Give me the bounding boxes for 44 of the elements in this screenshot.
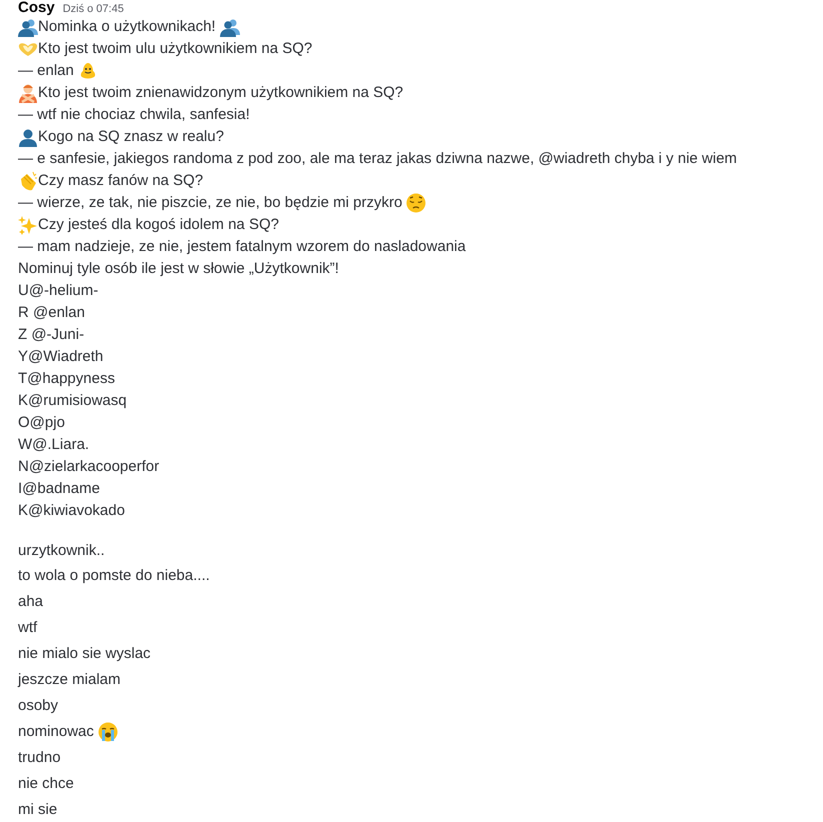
message-text: Nominuj tyle osób ile jest w słowie „Użytkownik”! bbox=[18, 258, 339, 279]
message-text: nominowac bbox=[18, 722, 94, 742]
message-text: nie mialo sie wyslac bbox=[18, 644, 151, 664]
message-text: Nominka o użytkownikach! bbox=[38, 16, 216, 37]
crossed-arms-person-icon bbox=[18, 83, 38, 103]
message-text: to wola o pomste do nieba.... bbox=[18, 566, 210, 586]
message-text: — wtf nie chociaz chwila, sanfesia! bbox=[18, 104, 250, 125]
message-text: R @enlan bbox=[18, 302, 85, 323]
message-text: W@.Liara. bbox=[18, 434, 90, 455]
message-text: urzytkownik.. bbox=[18, 540, 105, 561]
people-icon bbox=[220, 17, 240, 37]
message-timestamp: Dziś o 07:45 bbox=[62, 2, 124, 17]
message-text: K@rumisiowasq bbox=[18, 390, 127, 411]
message-text: Czy masz fanów na SQ? bbox=[38, 170, 204, 191]
message-text: I@badname bbox=[18, 478, 100, 499]
message-text: nie chce bbox=[18, 774, 74, 794]
clapping-hands-icon bbox=[18, 171, 38, 191]
message-text: T@happyness bbox=[18, 368, 115, 389]
message-text: Kto jest twoim znienawidzonym użytkownikiem na SQ? bbox=[38, 82, 404, 103]
crying-face-icon bbox=[98, 722, 118, 742]
pensive-face-icon bbox=[406, 193, 426, 213]
message-text: — wierze, ze tak, nie piszcie, ze nie, bo będzie mi przykro bbox=[18, 192, 402, 213]
author-name[interactable]: Cosy bbox=[18, 0, 55, 16]
message-text: K@kiwiavokado bbox=[18, 500, 125, 521]
person-silhouette-icon bbox=[18, 127, 38, 147]
message-text: — enlan bbox=[18, 60, 74, 81]
message-text: Kto jest twoim ulu użytkownikiem na SQ? bbox=[38, 38, 312, 59]
people-icon bbox=[18, 17, 38, 37]
message-text: U@-helium- bbox=[18, 280, 98, 301]
message-text: mi sie bbox=[18, 800, 58, 820]
message-text: — mam nadzieje, ze nie, jestem fatalnym wzorem do nasladowania bbox=[18, 236, 466, 257]
message-text: Z @-Juni- bbox=[18, 324, 84, 345]
message-text: N@zielarkacooperfor bbox=[18, 456, 160, 477]
message-text: trudno bbox=[18, 748, 61, 768]
message-text: Czy jesteś dla kogoś idolem na SQ? bbox=[38, 214, 279, 235]
message-text: wtf bbox=[18, 618, 38, 638]
message-text: — e sanfesie, jakiegos randoma z pod zoo, ale ma teraz jakas dziwna nazwe, @wiadreth chyba i y nie wiem bbox=[18, 148, 737, 169]
message-text: Y@Wiadreth bbox=[18, 346, 104, 367]
message-text: aha bbox=[18, 592, 44, 612]
message-text: Kogo na SQ znasz w realu? bbox=[38, 126, 224, 147]
message-text: O@pjo bbox=[18, 412, 65, 433]
message-text: osoby bbox=[18, 696, 58, 716]
sparkles-icon bbox=[18, 215, 38, 235]
message-text: jeszcze mialam bbox=[18, 670, 121, 690]
